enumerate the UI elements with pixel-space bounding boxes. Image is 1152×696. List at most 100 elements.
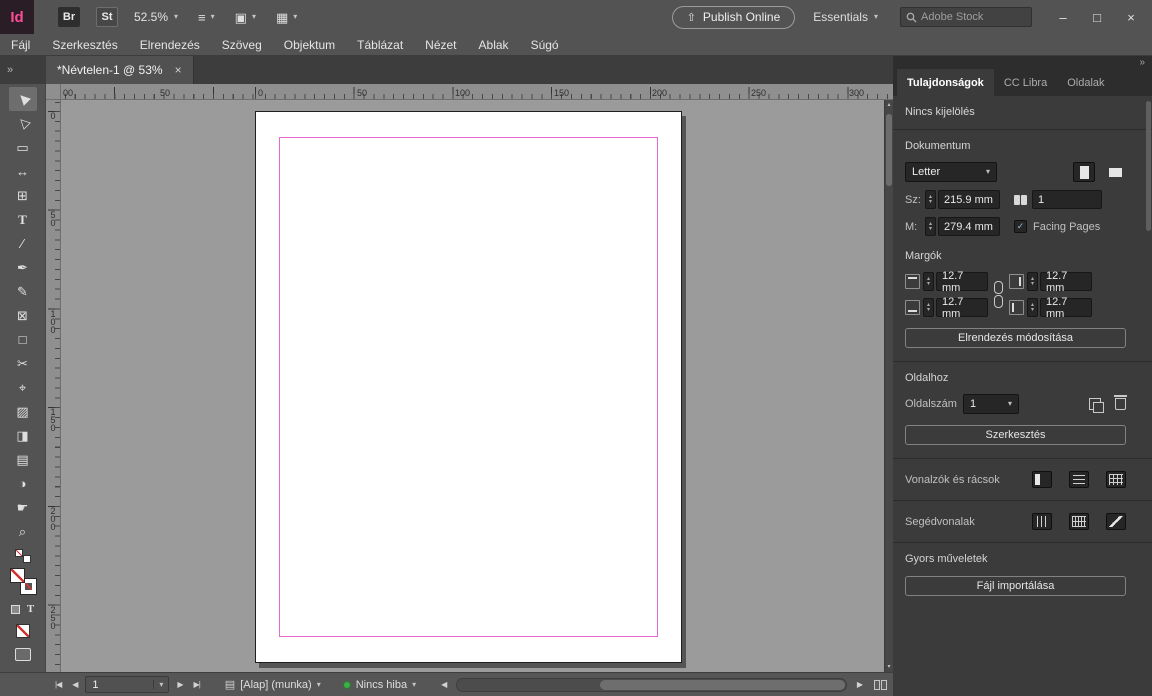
- rulers-icon[interactable]: [1032, 471, 1052, 488]
- menu-type[interactable]: Szöveg: [211, 34, 273, 55]
- delete-page-icon[interactable]: [1115, 398, 1126, 410]
- facing-pages-checkbox[interactable]: ✓: [1014, 220, 1027, 233]
- menu-file[interactable]: Fájl: [0, 34, 41, 55]
- pen-tool[interactable]: ✒: [9, 255, 37, 279]
- margin-top-field[interactable]: 12.7 mm: [936, 272, 988, 291]
- gap-tool[interactable]: ↔: [9, 159, 37, 183]
- fill-swatch[interactable]: [10, 568, 25, 583]
- gradient-swatch-tool[interactable]: ▨: [9, 399, 37, 423]
- landscape-orientation-button[interactable]: [1104, 162, 1126, 182]
- pencil-tool[interactable]: ✎: [9, 279, 37, 303]
- height-field[interactable]: 279.4 mm: [938, 217, 1000, 236]
- fill-stroke-control[interactable]: [10, 568, 36, 594]
- ruler-origin-corner[interactable]: [46, 84, 61, 100]
- minimize-button[interactable]: –: [1046, 5, 1080, 29]
- apply-none-button[interactable]: [16, 624, 30, 638]
- scroll-right-button[interactable]: ▶: [854, 680, 865, 689]
- page-number-dropdown[interactable]: 1 ▾: [85, 676, 169, 693]
- stock-button[interactable]: St: [96, 7, 118, 27]
- view-options-dropdown[interactable]: ≡ ▾: [198, 11, 215, 24]
- baseline-grid-icon[interactable]: [1069, 471, 1089, 488]
- color-theme-tool[interactable]: ◑: [9, 471, 37, 495]
- adobe-stock-search[interactable]: [900, 7, 1032, 27]
- link-margins-icon[interactable]: [993, 281, 1004, 308]
- duplicate-page-icon[interactable]: [1089, 398, 1101, 410]
- type-tool[interactable]: T: [9, 207, 37, 231]
- menu-help[interactable]: Súgó: [520, 34, 570, 55]
- margin-bottom-stepper[interactable]: ▴▾: [923, 298, 934, 317]
- width-stepper[interactable]: ▴▾: [925, 190, 936, 209]
- h-scroll-thumb[interactable]: [600, 680, 845, 690]
- vertical-ruler[interactable]: 0 5 0 1 0 0 1 5 0 2 0 0 2 5 0: [46, 100, 61, 672]
- margin-guides-icon[interactable]: [1032, 513, 1052, 530]
- scissors-tool[interactable]: ✂: [9, 351, 37, 375]
- stepper-down-icon[interactable]: ▾: [929, 200, 932, 205]
- default-fill-stroke-icon[interactable]: [15, 549, 31, 563]
- adjust-layout-button[interactable]: Elrendezés módosítása: [905, 328, 1126, 348]
- smart-guides-icon[interactable]: [1106, 513, 1126, 530]
- document-page[interactable]: [255, 111, 682, 663]
- page-size-select[interactable]: Letter ▾: [905, 162, 997, 182]
- import-file-button[interactable]: Fájl importálása: [905, 576, 1126, 596]
- edit-page-button[interactable]: Szerkesztés: [905, 425, 1126, 445]
- scroll-left-button[interactable]: ◀: [438, 680, 449, 689]
- v-scroll-thumb[interactable]: [886, 114, 892, 186]
- tab-properties[interactable]: Tulajdonságok: [897, 69, 994, 96]
- previous-page-button[interactable]: ◀: [69, 680, 80, 689]
- arrange-documents-dropdown[interactable]: ▦ ▾: [276, 11, 297, 24]
- document-grid-icon[interactable]: [1106, 471, 1126, 488]
- page-number-select[interactable]: 1 ▾: [963, 394, 1019, 414]
- margin-top-stepper[interactable]: ▴▾: [923, 272, 934, 291]
- publish-online-button[interactable]: ⇧ Publish Online: [672, 6, 796, 29]
- toolbar-expand-icon[interactable]: »: [7, 64, 13, 76]
- line-tool[interactable]: ∕: [9, 231, 37, 255]
- margin-inside-field[interactable]: 12.7 mm: [1040, 272, 1092, 291]
- menu-table[interactable]: Táblázat: [346, 34, 414, 55]
- page-count-field[interactable]: 1: [1032, 190, 1102, 209]
- selection-tool[interactable]: ▶: [9, 87, 37, 111]
- gradient-feather-tool[interactable]: ◨: [9, 423, 37, 447]
- workspace-switcher[interactable]: Essentials ▾: [813, 10, 878, 24]
- stepper-down-icon[interactable]: ▾: [1031, 308, 1034, 313]
- close-button[interactable]: ×: [1114, 5, 1148, 29]
- menu-window[interactable]: Ablak: [468, 34, 520, 55]
- screen-mode-dropdown[interactable]: ▣ ▾: [235, 11, 256, 24]
- panel-expand-icon[interactable]: »: [1139, 57, 1145, 68]
- formatting-affects-container-icon[interactable]: [11, 605, 20, 614]
- scroll-up-icon[interactable]: ▴: [885, 101, 893, 109]
- horizontal-ruler[interactable]: 00 50 0 50 100 150 200 250 300: [61, 84, 893, 100]
- stepper-down-icon[interactable]: ▾: [1031, 282, 1034, 287]
- hand-tool[interactable]: ☛: [9, 495, 37, 519]
- horizontal-scrollbar[interactable]: [456, 678, 847, 692]
- page-tool[interactable]: ▭: [9, 135, 37, 159]
- screen-mode-button[interactable]: [15, 648, 31, 661]
- free-transform-tool[interactable]: ⌖: [9, 375, 37, 399]
- note-tool[interactable]: ▤: [9, 447, 37, 471]
- tab-close-icon[interactable]: ×: [175, 63, 182, 77]
- search-input[interactable]: [921, 11, 1026, 23]
- menu-view[interactable]: Nézet: [414, 34, 467, 55]
- menu-edit[interactable]: Szerkesztés: [41, 34, 128, 55]
- pages-view-icon[interactable]: [874, 680, 887, 690]
- stepper-down-icon[interactable]: ▾: [927, 308, 930, 313]
- document-tab[interactable]: *Névtelen-1 @ 53% ×: [46, 56, 194, 84]
- column-guides-icon[interactable]: [1069, 513, 1089, 530]
- tab-cc-libraries[interactable]: CC Libra: [994, 69, 1057, 96]
- bridge-button[interactable]: Br: [58, 7, 80, 27]
- scroll-down-icon[interactable]: ▾: [885, 663, 893, 671]
- margin-bottom-field[interactable]: 12.7 mm: [936, 298, 988, 317]
- panel-scrollbar[interactable]: [1146, 101, 1151, 231]
- tab-pages[interactable]: Oldalak: [1057, 69, 1114, 96]
- formatting-affects-text-icon[interactable]: T: [27, 603, 34, 615]
- maximize-button[interactable]: □: [1080, 5, 1114, 29]
- margin-inside-stepper[interactable]: ▴▾: [1027, 272, 1038, 291]
- first-page-button[interactable]: |◀: [52, 680, 64, 689]
- width-field[interactable]: 215.9 mm: [938, 190, 1000, 209]
- height-stepper[interactable]: ▴▾: [925, 217, 936, 236]
- zoom-tool[interactable]: ⌕: [9, 519, 37, 543]
- vertical-scrollbar[interactable]: ▴ ▾: [884, 100, 893, 672]
- direct-selection-tool[interactable]: ▷: [9, 111, 37, 135]
- margin-outside-field[interactable]: 12.7 mm: [1040, 298, 1092, 317]
- preflight-profile[interactable]: [Alap] (munka): [240, 679, 312, 691]
- menu-layout[interactable]: Elrendezés: [129, 34, 211, 55]
